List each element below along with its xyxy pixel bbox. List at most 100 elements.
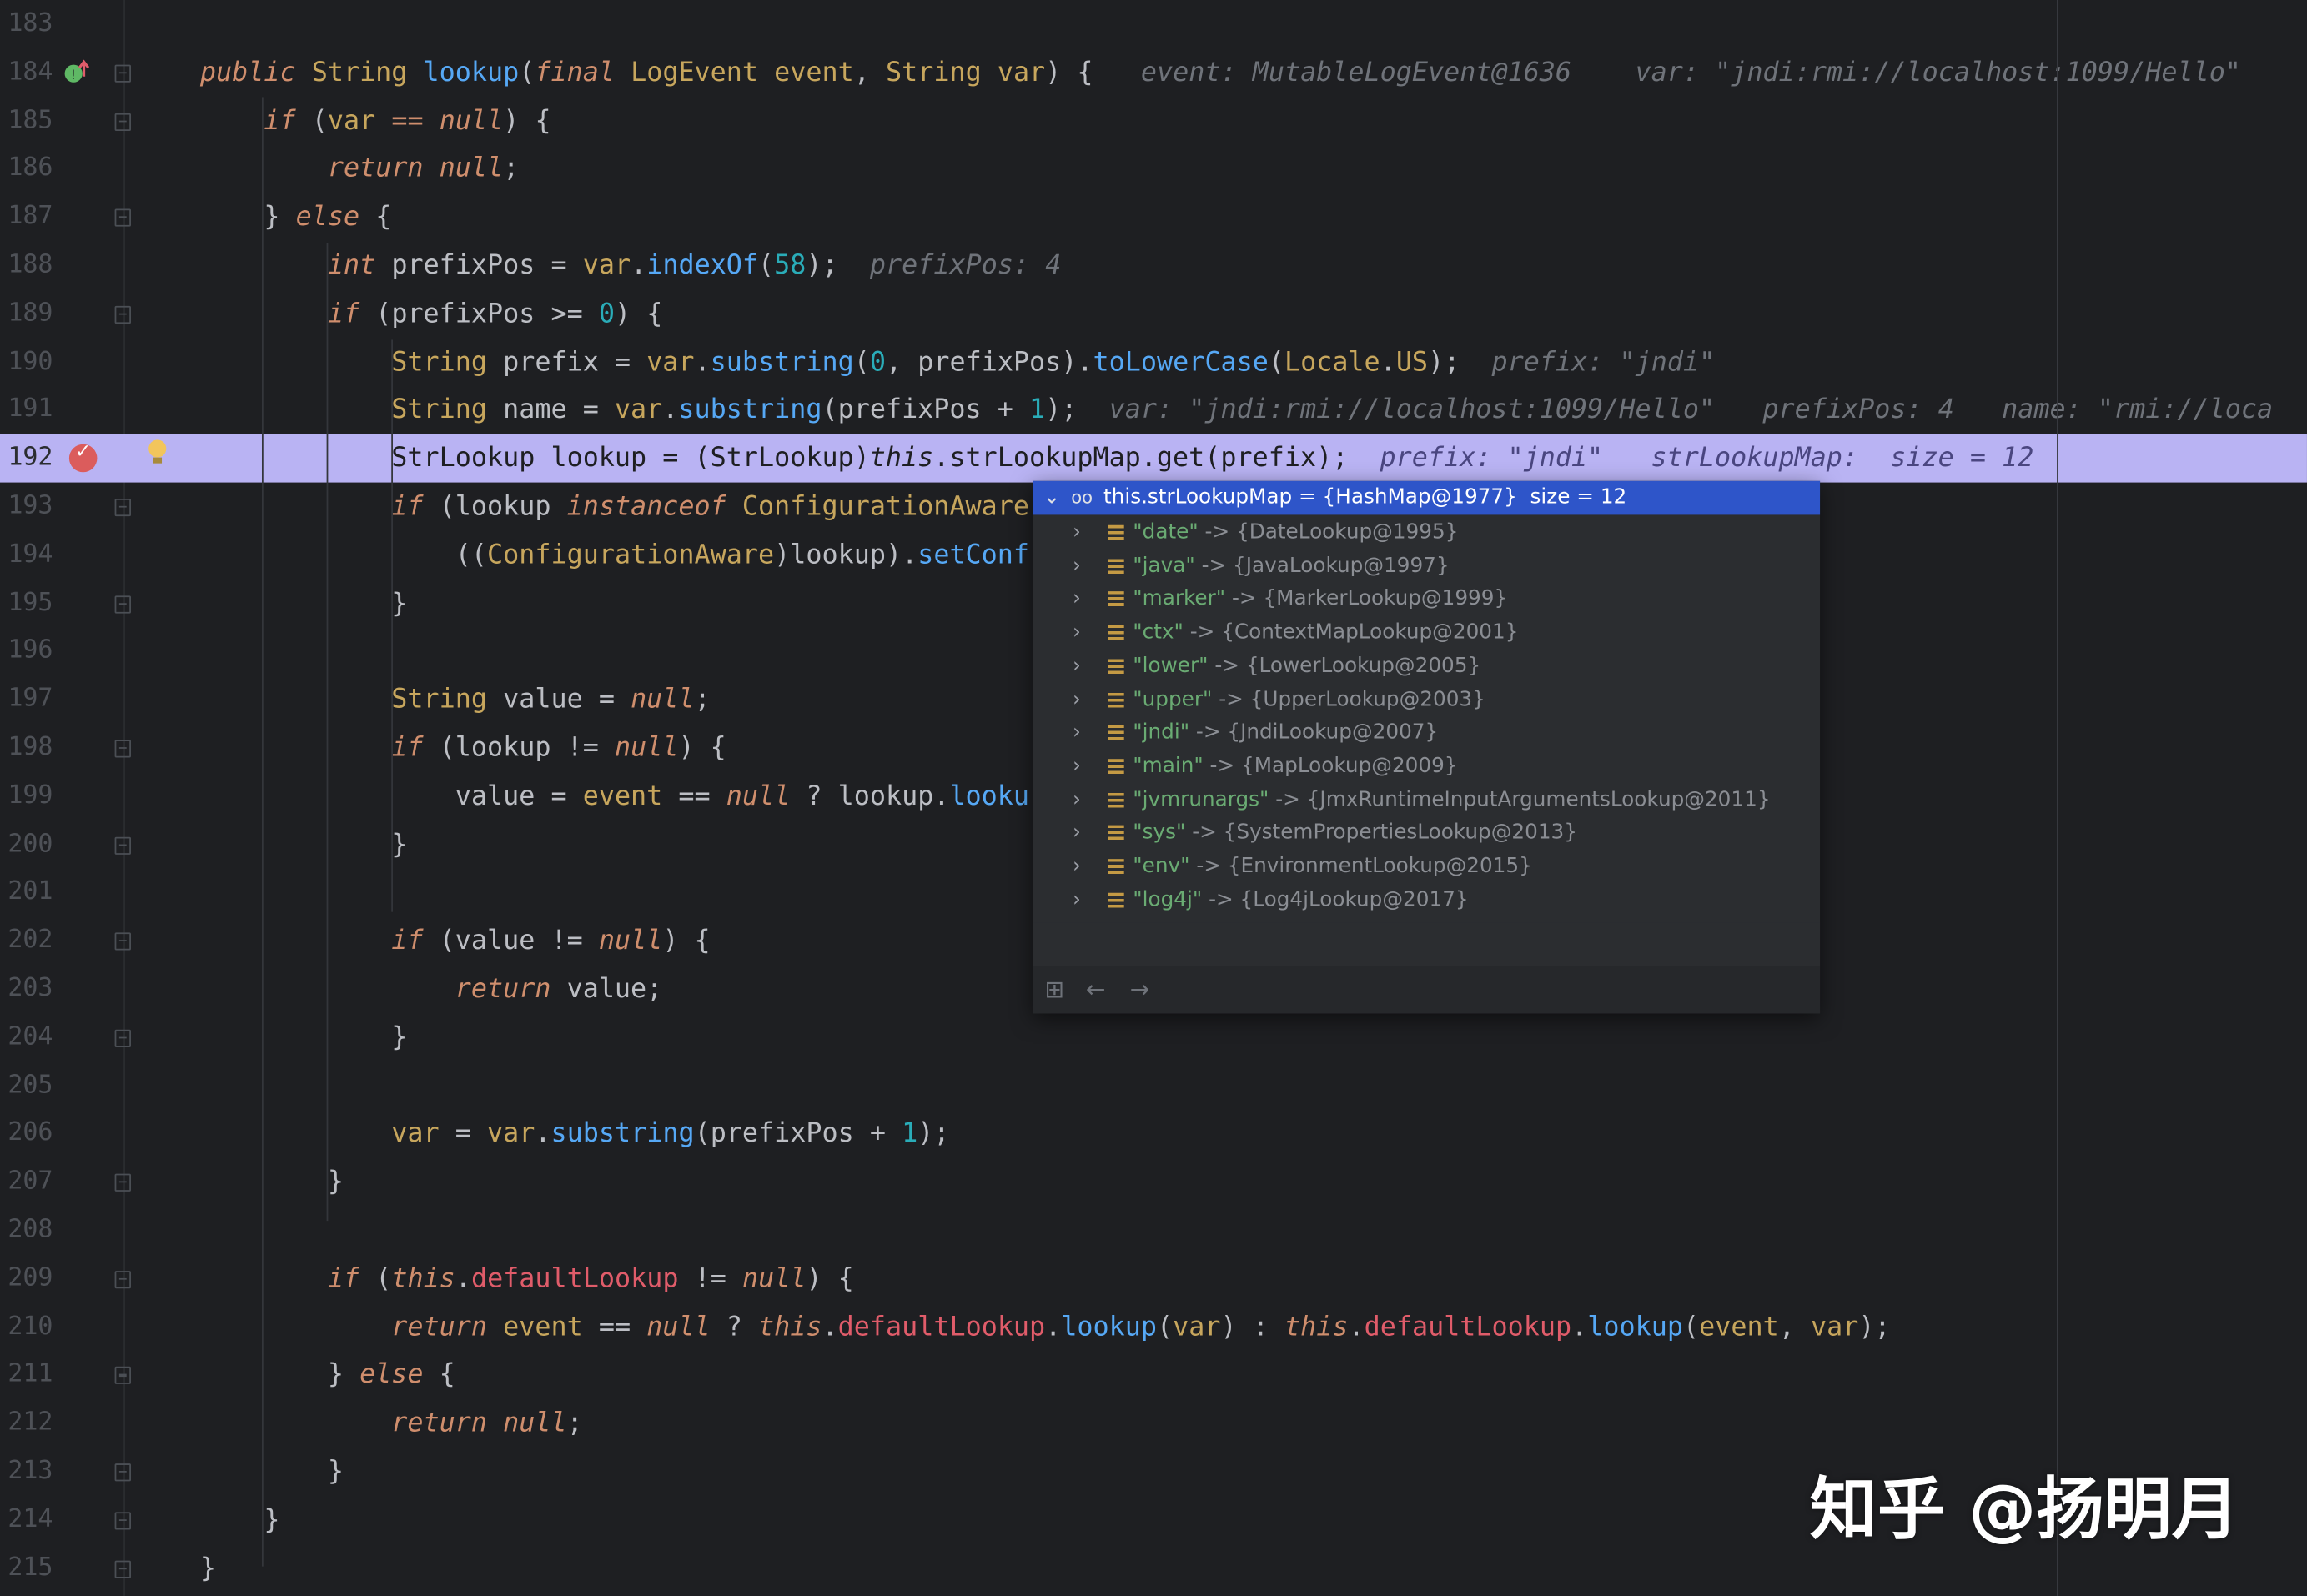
debug-value-popup[interactable]: ⌄ oo this.strLookupMap = {HashMap@1977} …: [1033, 480, 1821, 1014]
code-line[interactable]: 188 int prefixPos = var.indexOf(58); pre…: [0, 241, 2307, 289]
line-number[interactable]: 211: [0, 1351, 53, 1399]
line-number[interactable]: 213: [0, 1448, 53, 1496]
fold-marker-icon[interactable]: [114, 1367, 131, 1385]
code-line[interactable]: 191 String name = var.substring(prefixPo…: [0, 386, 2307, 434]
map-entry[interactable]: › "sys" -> {SystemPropertiesLookup@2013}: [1033, 817, 1820, 851]
code-text[interactable]: public String lookup(final LogEvent even…: [200, 48, 2241, 97]
chevron-right-icon[interactable]: ›: [1073, 750, 1081, 784]
line-number[interactable]: 205: [0, 1061, 53, 1110]
code-text[interactable]: if (value != null) {: [200, 916, 711, 965]
code-line[interactable]: 206 var = var.substring(prefixPos + 1);: [0, 1110, 2307, 1158]
code-text[interactable]: return null;: [200, 145, 519, 193]
tree-view-icon[interactable]: ⊞: [1044, 966, 1064, 1013]
code-line[interactable]: 186 return null;: [0, 145, 2307, 193]
code-text[interactable]: value = event == null ? lookup.looku: [200, 772, 1029, 821]
chevron-right-icon[interactable]: ›: [1073, 817, 1081, 851]
line-number[interactable]: 187: [0, 193, 53, 241]
chevron-right-icon[interactable]: ›: [1073, 683, 1081, 717]
fold-marker-icon[interactable]: [114, 1270, 131, 1288]
chevron-right-icon[interactable]: ›: [1073, 884, 1081, 918]
code-text[interactable]: }: [200, 1496, 279, 1544]
code-text[interactable]: if (prefixPos >= 0) {: [200, 289, 662, 338]
line-number[interactable]: 184: [0, 48, 53, 97]
line-number[interactable]: 209: [0, 1254, 53, 1302]
breakpoint-icon[interactable]: [68, 441, 98, 473]
line-number[interactable]: 190: [0, 338, 53, 386]
line-number[interactable]: 206: [0, 1110, 53, 1158]
chevron-right-icon[interactable]: ›: [1073, 851, 1081, 885]
fold-marker-icon[interactable]: [114, 1029, 131, 1047]
fold-marker-icon[interactable]: [114, 1559, 131, 1578]
code-text[interactable]: return value;: [200, 965, 663, 1013]
line-number[interactable]: 200: [0, 821, 53, 869]
code-line[interactable]: 185 if (var == null) {: [0, 97, 2307, 145]
line-number[interactable]: 197: [0, 675, 53, 724]
chevron-right-icon[interactable]: ›: [1073, 516, 1081, 550]
chevron-right-icon[interactable]: ›: [1073, 550, 1081, 584]
code-text[interactable]: StrLookup lookup = (StrLookup)this.strLo…: [200, 434, 2033, 483]
code-line[interactable]: 205: [0, 1061, 2307, 1110]
fold-marker-icon[interactable]: [114, 1174, 131, 1192]
line-number[interactable]: 196: [0, 627, 53, 675]
code-text[interactable]: return event == null ? this.defaultLooku…: [200, 1302, 1890, 1351]
line-number[interactable]: 189: [0, 289, 53, 338]
map-entry[interactable]: › "lower" -> {LowerLookup@2005}: [1033, 650, 1820, 684]
fold-marker-icon[interactable]: [114, 740, 131, 758]
code-line[interactable]: 212 return null;: [0, 1399, 2307, 1448]
code-text[interactable]: }: [200, 821, 407, 869]
line-number[interactable]: 192: [0, 434, 53, 483]
line-number[interactable]: 199: [0, 772, 53, 821]
code-text[interactable]: }: [200, 1543, 216, 1592]
code-line[interactable]: 210 return event == null ? this.defaultL…: [0, 1302, 2307, 1351]
map-entry[interactable]: › "jndi" -> {JndiLookup@2007}: [1033, 716, 1820, 750]
chevron-right-icon[interactable]: ›: [1073, 650, 1081, 684]
code-text[interactable]: if (lookup != null) {: [200, 724, 726, 772]
override-icon[interactable]: !: [63, 59, 90, 86]
chevron-right-icon[interactable]: ›: [1073, 616, 1081, 650]
map-entry[interactable]: › "marker" -> {MarkerLookup@1999}: [1033, 583, 1820, 617]
line-number[interactable]: 208: [0, 1206, 53, 1254]
code-line[interactable]: 211 } else {: [0, 1351, 2307, 1399]
code-line[interactable]: 187 } else {: [0, 193, 2307, 241]
chevron-right-icon[interactable]: ›: [1073, 783, 1081, 817]
fold-marker-icon[interactable]: [114, 208, 131, 227]
map-entry[interactable]: › "main" -> {MapLookup@2009}: [1033, 750, 1820, 784]
code-line[interactable]: 184 public String lookup(final LogEvent e…: [0, 48, 2307, 97]
line-number[interactable]: 203: [0, 965, 53, 1013]
map-entry[interactable]: › "log4j" -> {Log4jLookup@2017}: [1033, 884, 1820, 918]
fold-marker-icon[interactable]: [114, 498, 131, 517]
line-number[interactable]: 191: [0, 386, 53, 434]
fold-marker-icon[interactable]: [114, 595, 131, 613]
map-entry[interactable]: › "jvmrunargs" -> {JmxRuntimeInputArgumen…: [1033, 783, 1820, 817]
fold-marker-icon[interactable]: [114, 113, 131, 131]
line-number[interactable]: 212: [0, 1399, 53, 1448]
fold-marker-icon[interactable]: [114, 1512, 131, 1530]
chevron-down-icon[interactable]: ⌄: [1043, 481, 1061, 515]
forward-arrow-icon[interactable]: →: [1130, 966, 1150, 1013]
map-entry[interactable]: › "upper" -> {UpperLookup@2003}: [1033, 683, 1820, 717]
line-number[interactable]: 202: [0, 916, 53, 965]
code-line[interactable]: 189 if (prefixPos >= 0) {: [0, 289, 2307, 338]
code-text[interactable]: int prefixPos = var.indexOf(58); prefixP…: [200, 241, 1061, 289]
line-number[interactable]: 201: [0, 868, 53, 916]
code-line[interactable]: 207 }: [0, 1158, 2307, 1207]
code-line[interactable]: 209 if (this.defaultLookup != null) {: [0, 1254, 2307, 1302]
back-arrow-icon[interactable]: ←: [1086, 966, 1106, 1013]
line-number[interactable]: 193: [0, 483, 53, 531]
map-entry[interactable]: › "ctx" -> {ContextMapLookup@2001}: [1033, 616, 1820, 650]
code-text[interactable]: }: [200, 1448, 344, 1496]
line-number[interactable]: 186: [0, 145, 53, 193]
line-number[interactable]: 195: [0, 579, 53, 627]
code-text[interactable]: ((ConfigurationAware)lookup).setConf: [200, 530, 1029, 579]
line-number[interactable]: 194: [0, 530, 53, 579]
code-text[interactable]: String prefix = var.substring(0, prefixP…: [200, 338, 1715, 386]
code-text[interactable]: return null;: [200, 1399, 583, 1448]
code-text[interactable]: if (var == null) {: [200, 97, 551, 145]
line-number[interactable]: 215: [0, 1543, 53, 1592]
execution-line[interactable]: 192 StrLookup lookup = (StrLookup)this.s…: [0, 434, 2307, 483]
code-line[interactable]: 208: [0, 1206, 2307, 1254]
code-line[interactable]: 183: [0, 0, 2307, 48]
line-number[interactable]: 204: [0, 1013, 53, 1061]
code-text[interactable]: }: [200, 1013, 407, 1061]
code-text[interactable]: }: [200, 1158, 344, 1207]
